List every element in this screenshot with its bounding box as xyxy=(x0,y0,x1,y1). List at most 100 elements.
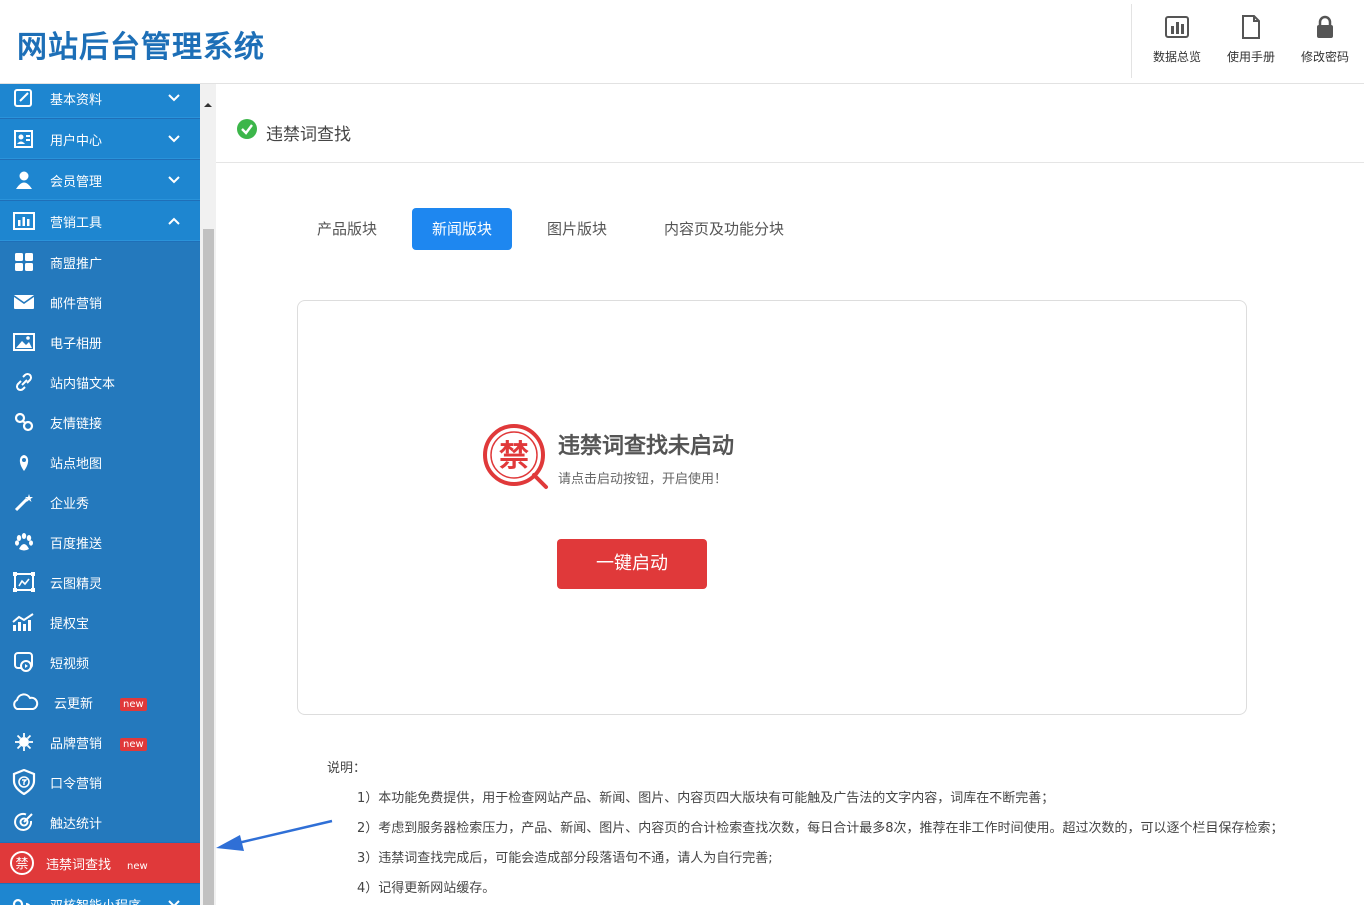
video-icon xyxy=(14,652,33,672)
one-click-start-button[interactable]: 一键启动 xyxy=(557,539,707,589)
grid-icon xyxy=(15,253,33,271)
sidebar-item-marketing-tools[interactable]: 营销工具 xyxy=(0,201,200,241)
lock-icon xyxy=(1317,15,1333,38)
top-header: 网站后台管理系统 数据总览 使用手册 修改密码 xyxy=(0,0,1364,84)
sidebar-item-label: 商盟推广 xyxy=(50,257,103,272)
mail-icon xyxy=(13,295,35,309)
note-line: 4）记得更新网站缓存。 xyxy=(357,881,496,896)
sidebar-item-label: 用户中心 xyxy=(50,134,103,149)
sidebar-item-label: 友情链接 xyxy=(50,417,103,432)
chevron-down-icon xyxy=(168,135,180,143)
sidebar-item-short-video[interactable]: 短视频 xyxy=(0,642,200,682)
mini-program-icon xyxy=(12,899,31,905)
chevron-down-icon xyxy=(168,900,180,905)
data-overview-button[interactable]: 数据总览 xyxy=(1142,14,1212,70)
sidebar-item-label: 短视频 xyxy=(50,657,90,672)
change-password-button[interactable]: 修改密码 xyxy=(1290,14,1360,70)
sidebar-item-user-center[interactable]: 用户中心 xyxy=(0,119,200,159)
sidebar-item-label: 提权宝 xyxy=(50,617,90,632)
document-icon xyxy=(1242,15,1260,39)
sidebar-item-baidu-push[interactable]: 百度推送 xyxy=(0,522,200,562)
image-icon xyxy=(13,333,35,351)
chevron-up-icon xyxy=(168,217,180,225)
sidebar-item-label: 站点地图 xyxy=(50,457,103,472)
check-circle-icon xyxy=(237,119,257,139)
sidebar-item-label: 触达统计 xyxy=(50,817,103,832)
sidebar-item-banned-words[interactable]: 禁 违禁词查找 new xyxy=(0,843,200,883)
sidebar-item-basic-info[interactable]: 基本资料 xyxy=(0,84,200,118)
sidebar-item-label: 电子相册 xyxy=(50,337,103,352)
user-manual-label: 使用手册 xyxy=(1226,50,1275,64)
sidebar-item-label: 站内锚文本 xyxy=(50,377,116,392)
sidebar-item-reach-stats[interactable]: 触达统计 xyxy=(0,802,200,842)
tab-news[interactable]: 新闻版块 xyxy=(412,208,512,250)
magic-wand-icon xyxy=(14,494,33,512)
sidebar-item-mini-program[interactable]: 双核智能小程序 xyxy=(0,884,200,905)
sidebar-item-label: 云图精灵 xyxy=(50,577,103,592)
tab-products[interactable]: 产品版块 xyxy=(298,208,396,250)
new-badge: new xyxy=(120,698,147,711)
sidebar-item-label: 违禁词查找 xyxy=(46,858,112,873)
scroll-up-arrow-icon[interactable] xyxy=(203,100,213,110)
page-title-bar: 违禁词查找 xyxy=(216,84,1364,163)
chain-icon xyxy=(14,412,34,432)
data-overview-label: 数据总览 xyxy=(1152,50,1201,64)
sidebar-item-label: 云更新 xyxy=(54,697,94,712)
svg-text:禁: 禁 xyxy=(499,439,529,474)
shield-icon xyxy=(12,769,36,795)
new-badge: new xyxy=(127,861,148,872)
sidebar-item-brand-marketing[interactable]: 品牌营销 new xyxy=(0,722,200,762)
user-card-icon xyxy=(14,130,33,148)
sidebar-item-label: 口令营销 xyxy=(50,777,103,792)
sidebar-item-label: 百度推送 xyxy=(50,537,103,552)
sidebar-item-cloud-image[interactable]: 云图精灵 xyxy=(0,562,200,602)
sidebar-item-rank-boost[interactable]: 提权宝 xyxy=(0,602,200,642)
sidebar-item-password-marketing[interactable]: 口令营销 xyxy=(0,762,200,802)
sidebar-item-friend-links[interactable]: 友情链接 xyxy=(0,402,200,442)
person-icon xyxy=(16,171,32,189)
status-card xyxy=(297,300,1247,715)
sidebar-item-label: 邮件营销 xyxy=(50,297,103,312)
sidebar-item-e-album[interactable]: 电子相册 xyxy=(0,322,200,362)
sidebar-item-label: 企业秀 xyxy=(50,497,90,512)
sidebar: 基本资料 用户中心 会员管理 营销工具 商盟推广 邮件营销 电子相册 站内锚文本… xyxy=(0,84,200,905)
link-icon xyxy=(15,372,33,392)
note-line: 3）违禁词查找完成后，可能会造成部分段落语句不通，请人为自行完善; xyxy=(357,851,773,866)
location-pin-icon xyxy=(19,455,29,471)
note-line: 2）考虑到服务器检索压力，产品、新闻、图片、内容页的合计检索查找次数，每日合计最… xyxy=(357,821,1284,836)
change-password-label: 修改密码 xyxy=(1300,50,1349,64)
tab-content-pages[interactable]: 内容页及功能分块 xyxy=(644,208,804,250)
sidebar-item-cloud-update[interactable]: 云更新 new xyxy=(0,682,200,722)
header-divider xyxy=(1131,4,1132,78)
bar-chart-icon xyxy=(1165,16,1189,38)
chevron-down-icon xyxy=(168,176,180,184)
note-line: 1）本功能免费提供，用于检查网站产品、新闻、图片、内容页四大版块有可能触及广告法… xyxy=(357,791,1055,806)
page-title: 违禁词查找 xyxy=(266,125,351,145)
sidebar-item-anchor-text[interactable]: 站内锚文本 xyxy=(0,362,200,402)
frame-icon xyxy=(13,572,35,592)
status-title: 违禁词查找未启动 xyxy=(558,434,735,459)
sidebar-item-label: 会员管理 xyxy=(50,175,103,190)
new-badge: new xyxy=(120,738,147,751)
sidebar-scrollbar-thumb[interactable] xyxy=(203,229,214,905)
sidebar-item-label: 双核智能小程序 xyxy=(50,895,141,905)
sidebar-item-label: 品牌营销 xyxy=(50,737,103,752)
site-logo: 网站后台管理系统 xyxy=(17,30,265,65)
virus-icon xyxy=(15,733,33,751)
sidebar-item-label: 基本资料 xyxy=(50,93,103,108)
trend-icon xyxy=(12,613,34,631)
user-manual-button[interactable]: 使用手册 xyxy=(1216,14,1286,70)
paw-icon xyxy=(15,533,33,551)
sidebar-item-sitemap[interactable]: 站点地图 xyxy=(0,442,200,482)
sidebar-item-label: 营销工具 xyxy=(50,216,103,231)
cloud-icon xyxy=(13,693,39,710)
annotation-arrow-icon xyxy=(216,819,333,851)
tab-images[interactable]: 图片版块 xyxy=(528,208,626,250)
sidebar-item-member-management[interactable]: 会员管理 xyxy=(0,160,200,200)
ban-search-icon: 禁 xyxy=(483,424,548,489)
sidebar-item-alliance-promotion[interactable]: 商盟推广 xyxy=(0,242,200,282)
sidebar-item-enterprise-show[interactable]: 企业秀 xyxy=(0,482,200,522)
sidebar-item-email-marketing[interactable]: 邮件营销 xyxy=(0,282,200,322)
ban-word-icon: 禁 xyxy=(10,851,34,875)
chart-icon xyxy=(13,212,35,230)
